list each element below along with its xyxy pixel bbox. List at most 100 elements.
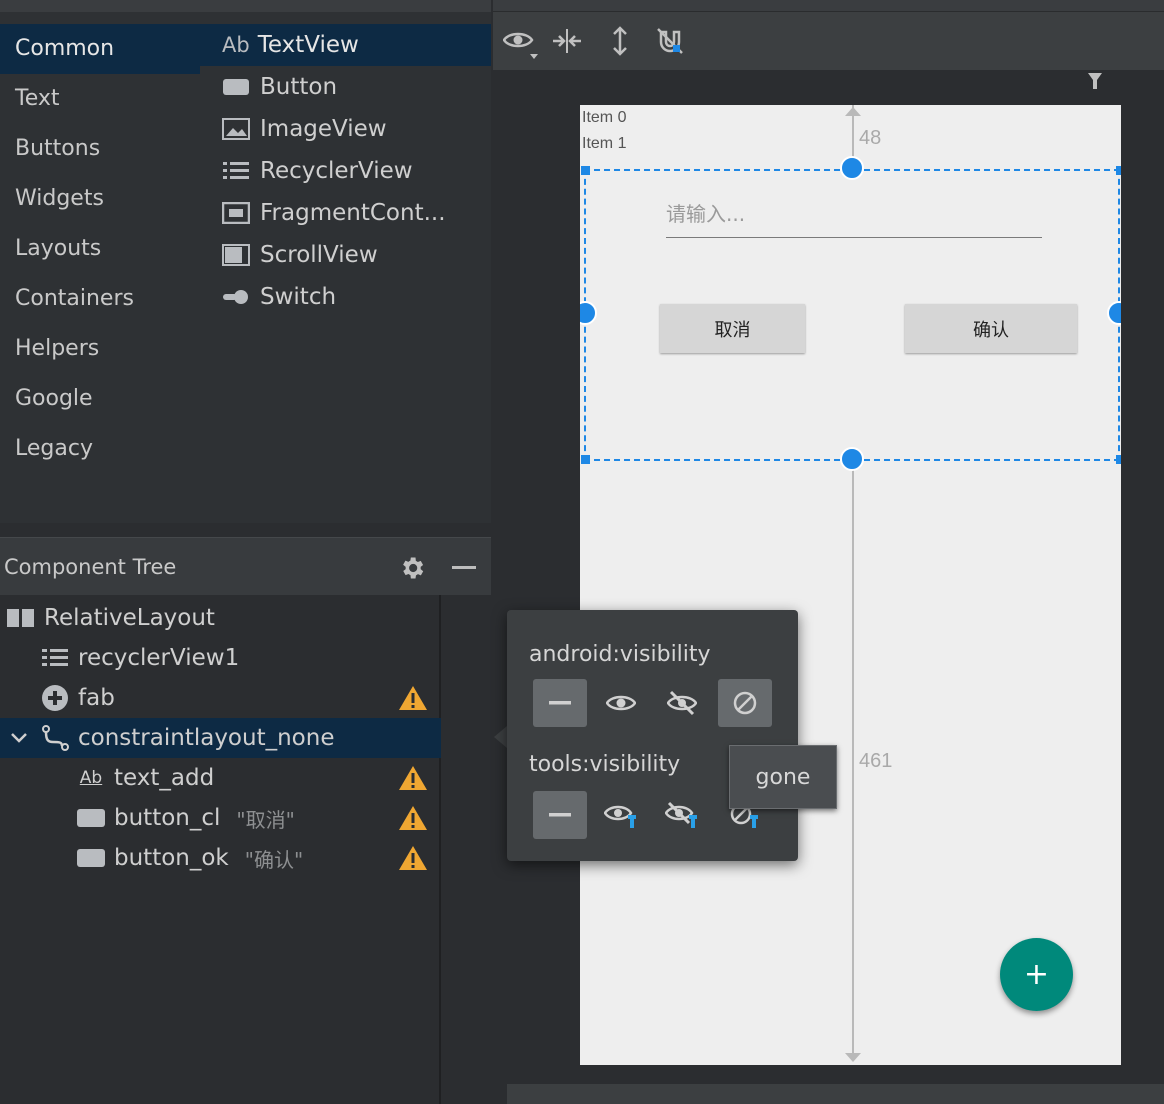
palette-widget-fragmentcontainer[interactable]: FragmentCont... (200, 192, 491, 234)
resize-handle[interactable] (581, 166, 590, 175)
tree-row-label: button_cl (114, 805, 221, 831)
warning-icon[interactable] (398, 764, 428, 792)
tree-row-label: fab (78, 685, 115, 711)
view-options-icon[interactable] (502, 26, 538, 59)
edit-text-hint[interactable]: 请输入... (666, 198, 745, 227)
tree-row-label: recyclerView1 (78, 645, 240, 671)
palette-category-common[interactable]: Common (0, 24, 200, 74)
recyclerview-icon (222, 160, 250, 182)
palette-categories: Common Text Buttons Widgets Layouts Cont… (0, 24, 200, 474)
palette-category-buttons[interactable]: Buttons (0, 124, 200, 174)
visible-eye-icon[interactable] (594, 679, 648, 727)
button-icon (76, 844, 106, 872)
component-tree: RelativeLayout recyclerView1 fab constra… (0, 595, 441, 1104)
scrollview-icon (222, 244, 250, 266)
tree-row-constraintlayout-none[interactable]: constraintlayout_none (0, 718, 441, 758)
gear-icon[interactable] (398, 554, 426, 582)
chevron-down-icon[interactable] (10, 732, 32, 744)
palette-widget-switch[interactable]: Switch (200, 276, 491, 318)
tree-row-label: text_add (114, 765, 215, 791)
widget-label: TextView (257, 32, 359, 58)
button-icon (76, 804, 106, 832)
visibility-none-button[interactable] (533, 679, 587, 727)
collapse-icon[interactable] (452, 566, 476, 569)
resize-handle[interactable] (1116, 455, 1121, 464)
android-visibility-label: android:visibility (529, 642, 711, 667)
tree-row-tag: "确认" (244, 847, 304, 872)
horizontal-scrollbar[interactable] (507, 1084, 1164, 1104)
tooltip-gone: gone (729, 745, 837, 809)
palette-widget-recyclerview[interactable]: RecyclerView (200, 150, 491, 192)
invisible-eye-icon[interactable] (655, 679, 709, 727)
textview-icon: Ab (222, 33, 250, 57)
palette-widget-imageview[interactable]: ImageView (200, 108, 491, 150)
pan-horizontal-icon[interactable] (551, 26, 581, 56)
tree-row-recyclerview1[interactable]: recyclerView1 (0, 638, 441, 678)
tree-row-button-ok[interactable]: button_ok "确认" (0, 838, 441, 878)
tree-row-label: button_ok (114, 845, 229, 871)
fragment-container-icon (222, 202, 250, 224)
palette-category-widgets[interactable]: Widgets (0, 174, 200, 224)
palette-category-text[interactable]: Text (0, 74, 200, 124)
warning-icon[interactable] (398, 844, 428, 872)
recyclerview-icon (40, 644, 70, 672)
tree-visibility-gutter (441, 595, 927, 1104)
warning-icon[interactable] (398, 684, 428, 712)
visibility-popup: android:visibility tools:visibility (507, 610, 798, 861)
popup-pointer (494, 726, 507, 748)
palette-widget-scrollview[interactable]: ScrollView (200, 234, 491, 276)
constraint-anchor-top[interactable] (840, 156, 864, 180)
tree-row-text-add[interactable]: Ab text_add (0, 758, 441, 798)
widget-label: Switch (260, 284, 337, 310)
tools-visibility-none-button[interactable] (533, 791, 587, 839)
warning-icon[interactable] (398, 804, 428, 832)
palette-category-legacy[interactable]: Legacy (0, 424, 200, 474)
palette-category-google[interactable]: Google (0, 374, 200, 424)
relative-layout-icon (6, 604, 36, 632)
list-item: Item 1 (582, 135, 627, 152)
widget-label: Button (260, 74, 338, 100)
design-top-strip (493, 0, 1164, 12)
palette-category-containers[interactable]: Containers (0, 274, 200, 324)
tree-row-relativelayout[interactable]: RelativeLayout (0, 598, 441, 638)
palette-category-layouts[interactable]: Layouts (0, 224, 200, 274)
tree-row-fab[interactable]: fab (0, 678, 441, 718)
tree-row-tag: "取消" (236, 807, 295, 832)
confirm-button[interactable]: 确认 (905, 304, 1077, 353)
component-tree-header: Component Tree (0, 537, 491, 595)
edit-text-underline (666, 237, 1042, 238)
resize-handle[interactable] (581, 455, 590, 464)
list-item: Item 0 (582, 109, 627, 126)
fab-button[interactable]: + (1000, 938, 1073, 1011)
constraint-layout-icon (40, 724, 70, 752)
pan-vertical-icon[interactable] (605, 26, 635, 56)
magnet-off-icon[interactable] (655, 26, 685, 56)
tree-row-label: RelativeLayout (44, 605, 215, 631)
palette-widget-button[interactable]: Button (200, 66, 491, 108)
cancel-button[interactable]: 取消 (660, 304, 805, 353)
button-icon (222, 76, 250, 98)
widget-label: ImageView (260, 116, 387, 142)
design-toolbar (493, 12, 1164, 70)
tree-row-button-cl[interactable]: button_cl "取消" (0, 798, 441, 838)
fab-icon (40, 684, 70, 712)
palette-category-helpers[interactable]: Helpers (0, 324, 200, 374)
filter-icon[interactable] (1087, 72, 1103, 90)
tools-visibility-label: tools:visibility (529, 752, 681, 777)
gone-icon[interactable] (718, 679, 772, 727)
tools-invisible-icon[interactable] (655, 791, 709, 839)
device-preview[interactable]: Item 0 Item 1 48 461 请输入... 取消 确认 + (580, 105, 1121, 1065)
margin-top-label: 48 (859, 127, 882, 149)
textview-icon: Ab (79, 768, 103, 788)
switch-icon (222, 286, 250, 308)
imageview-icon (222, 118, 250, 140)
constraint-line-bottom (852, 461, 854, 1056)
tools-visible-icon[interactable] (594, 791, 648, 839)
widget-label: FragmentCont... (260, 200, 446, 226)
tree-row-label: constraintlayout_none (78, 725, 335, 751)
resize-handle[interactable] (1116, 166, 1121, 175)
palette-widget-textview[interactable]: Ab TextView (200, 24, 491, 66)
arrow-down-icon (845, 1053, 861, 1062)
palette-panel: Common Text Buttons Widgets Layouts Cont… (0, 0, 491, 523)
constraint-anchor-bottom[interactable] (840, 447, 864, 471)
